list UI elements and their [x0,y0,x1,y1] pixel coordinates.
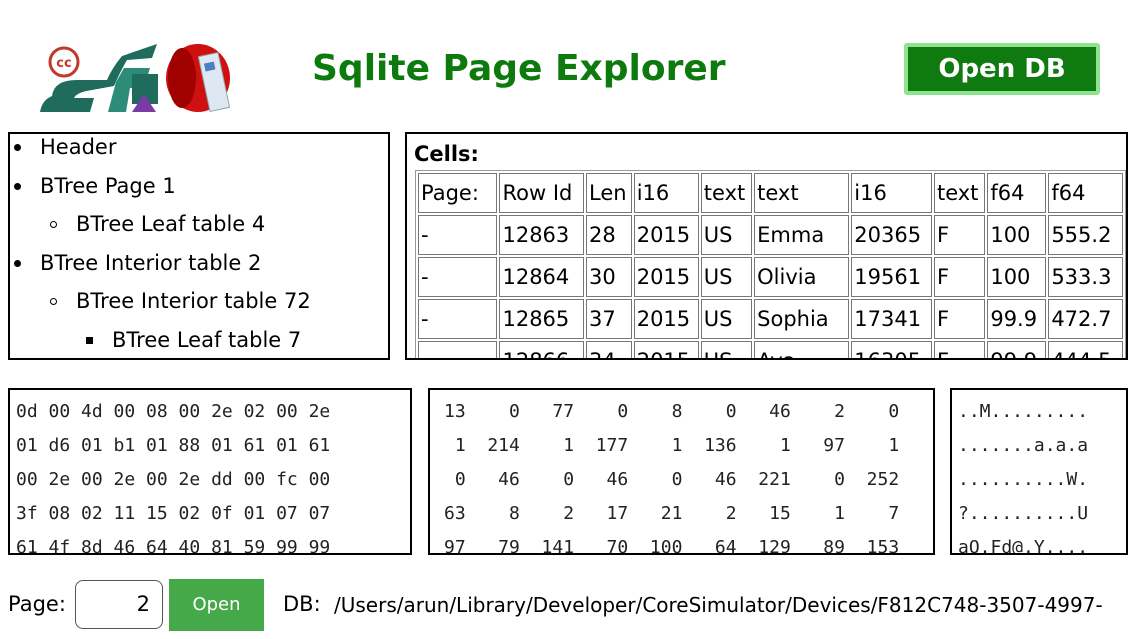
ascii-row: aO.Fd@.Y.... [958,537,1089,555]
decimal-row: 63 8 2 17 21 2 15 1 7 [444,503,900,524]
decimal-row: 97 79 141 70 100 64 129 89 153 [444,537,900,555]
page-tree-panel: Header BTree Page 1 BTree Leaf table 4 B… [8,132,390,360]
bullet-icon [14,144,21,151]
tree-item-btree-page-1[interactable]: BTree Page 1 [10,173,388,212]
table-row[interactable]: - 12865 37 2015 US Sophia 17341 F 99.9 4… [418,299,1123,339]
tree-item-btree-leaf-4[interactable]: BTree Leaf table 4 [10,211,388,250]
table-cell: F [933,299,986,339]
table-cell: US [700,257,753,297]
column-header: text [933,173,986,213]
ascii-row: ?..........U [958,503,1089,524]
circle-bullet-icon [50,221,57,229]
table-cell: Sophia [754,299,850,339]
table-cell: - [418,299,498,339]
db-path: /Users/arun/Library/Developer/CoreSimula… [334,593,1103,617]
page-title: Sqlite Page Explorer [312,48,726,89]
circle-bullet-icon [50,298,57,306]
table-cell: 17341 [851,299,932,339]
table-cell: 444.5 [1048,341,1123,358]
table-header-row: Page: Row Id Len i16 text text i16 text … [418,173,1123,213]
svg-text:cc: cc [56,56,71,71]
column-header: i16 [851,173,932,213]
table-cell: 2015 [633,341,699,358]
table-cell: 472.7 [1048,299,1123,339]
tree-item-header[interactable]: Header [10,134,388,173]
table-cell: F [933,341,986,358]
hex-bytes-panel[interactable]: 0d 00 4d 00 08 00 2e 02 00 2e 01 d6 01 b… [8,388,412,555]
table-cell: 99.9 [987,299,1047,339]
cells-panel: Cells: Page: Row Id Len i16 text text i1… [405,132,1128,360]
table-cell: - [418,341,498,358]
table-cell: 12865 [499,299,585,339]
hex-row: 61 4f 8d 46 64 40 81 59 99 99 [16,537,331,555]
table-row[interactable]: - 12866 34 2015 US Ava 16305 F 99.9 444.… [418,341,1123,358]
table-cell: 100 [987,257,1047,297]
table-cell: 37 [586,299,632,339]
tree-item-btree-interior-72[interactable]: BTree Interior table 72 [10,288,388,327]
page-tree: Header BTree Page 1 BTree Leaf table 4 B… [10,134,388,358]
table-cell: 555.2 [1048,215,1123,255]
decimal-row: 1 214 1 177 1 136 1 97 1 [444,435,900,456]
bullet-icon [14,182,21,190]
column-header: Len [586,173,632,213]
open-page-button[interactable]: Open [169,579,264,631]
page-label: Page: [8,592,66,616]
tree-item-btree-interior-2[interactable]: BTree Interior table 2 [10,250,388,289]
hex-row: 01 d6 01 b1 01 88 01 61 01 61 [16,435,331,456]
column-header: Row Id [499,173,585,213]
table-cell: Olivia [754,257,850,297]
decimal-row: 0 46 0 46 0 46 221 0 252 [444,469,900,490]
tree-item-btree-leaf-7[interactable]: BTree Leaf table 7 [10,327,388,358]
table-cell: 2015 [633,299,699,339]
table-cell: 2015 [633,215,699,255]
column-header: f64 [1048,173,1123,213]
table-cell: Emma [754,215,850,255]
table-cell: 30 [586,257,632,297]
ascii-row: .......a.a.a [958,435,1089,456]
hex-row: 0d 00 4d 00 08 00 2e 02 00 2e [16,401,331,422]
column-header: f64 [987,173,1047,213]
table-row[interactable]: - 12863 28 2015 US Emma 20365 F 100 555.… [418,215,1123,255]
table-cell: - [418,257,498,297]
table-cell: 12863 [499,215,585,255]
table-cell: US [700,215,753,255]
table-cell: 19561 [851,257,932,297]
decimal-row: 13 0 77 0 8 0 46 2 0 [444,401,900,422]
cells-table: Page: Row Id Len i16 text text i16 text … [415,170,1126,358]
column-header: text [700,173,753,213]
table-cell: 16305 [851,341,932,358]
hex-row: 3f 08 02 11 15 02 0f 01 07 07 [16,503,331,524]
column-header: i16 [633,173,699,213]
db-label: DB: [283,592,321,616]
table-row[interactable]: - 12864 30 2015 US Olivia 19561 F 100 53… [418,257,1123,297]
table-cell: F [933,257,986,297]
decimal-bytes-panel[interactable]: 13 0 77 0 8 0 46 2 0 1 214 1 177 1 136 1… [428,388,935,555]
table-cell: Ava [754,341,850,358]
table-cell: - [418,215,498,255]
page-number-input[interactable]: 2 [75,580,163,629]
table-cell: 533.3 [1048,257,1123,297]
table-cell: US [700,341,753,358]
column-header: Page: [418,173,498,213]
table-cell: 34 [586,341,632,358]
ascii-row: ..M......... [958,401,1089,422]
table-cell: 100 [987,215,1047,255]
table-cell: 12864 [499,257,585,297]
open-db-button[interactable]: Open DB [904,43,1100,95]
bullet-icon [14,259,21,267]
table-cell: F [933,215,986,255]
ascii-bytes-panel[interactable]: ..M......... .......a.a.a ..........W. ?… [950,388,1128,555]
hex-row: 00 2e 00 2e 00 2e dd 00 fc 00 [16,469,331,490]
ascii-row: ..........W. [958,469,1089,490]
table-cell: 12866 [499,341,585,358]
square-bullet-icon [86,336,93,344]
table-cell: 99.9 [987,341,1047,358]
cells-title: Cells: [414,142,479,166]
table-cell: 28 [586,215,632,255]
table-cell: US [700,299,753,339]
column-header: text [754,173,850,213]
table-cell: 20365 [851,215,932,255]
table-cell: 2015 [633,257,699,297]
app-logo: cc [40,44,231,113]
